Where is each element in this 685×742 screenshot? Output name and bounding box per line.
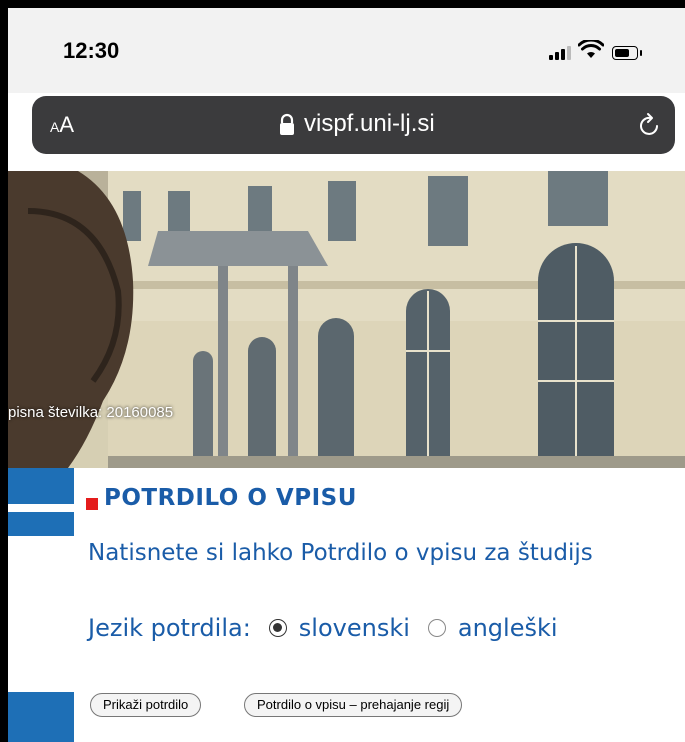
- reload-icon[interactable]: [638, 112, 662, 138]
- title-marker-icon: [86, 498, 98, 510]
- accent-block-bottom: [8, 692, 74, 742]
- cellular-signal-icon: [549, 46, 571, 60]
- description-text: Natisnete si lahko Potrdilo o vpisu za š…: [88, 540, 593, 566]
- status-time: 12:30: [63, 38, 120, 63]
- status-bar: 12:30: [8, 8, 685, 93]
- building-photo: [8, 171, 685, 468]
- radio-slovenian[interactable]: [268, 619, 287, 637]
- accent-block-mid: [8, 512, 74, 536]
- show-certificate-button[interactable]: Prikaži potrdilo: [90, 693, 202, 717]
- radio-english-label[interactable]: angleški: [458, 614, 558, 642]
- hero-image: pisna številka: 20160085: [8, 171, 685, 468]
- transit-certificate-button[interactable]: Potrdilo o vpisu – prehajanje regij: [244, 693, 463, 717]
- wifi-icon: [578, 40, 604, 58]
- battery-icon: [612, 46, 642, 60]
- language-selector: Jezik potrdila: slovenski angleški: [88, 614, 558, 642]
- url-text[interactable]: vispf.uni-lj.si: [304, 110, 435, 138]
- page-title: POTRDILO O VPISU: [104, 485, 357, 511]
- lock-icon: [280, 113, 294, 135]
- student-number-caption: pisna številka: 20160085: [8, 404, 174, 421]
- text-size-button[interactable]: AA: [50, 112, 74, 138]
- address-bar[interactable]: AA vispf.uni-lj.si: [32, 96, 675, 154]
- radio-slovenian-label[interactable]: slovenski: [299, 614, 410, 642]
- accent-block-top: [8, 468, 74, 504]
- phone-screen: 12:30 AA vispf.uni-lj.si pisna številka:…: [8, 8, 685, 742]
- language-label: Jezik potrdila:: [88, 614, 251, 642]
- radio-english[interactable]: [427, 619, 446, 637]
